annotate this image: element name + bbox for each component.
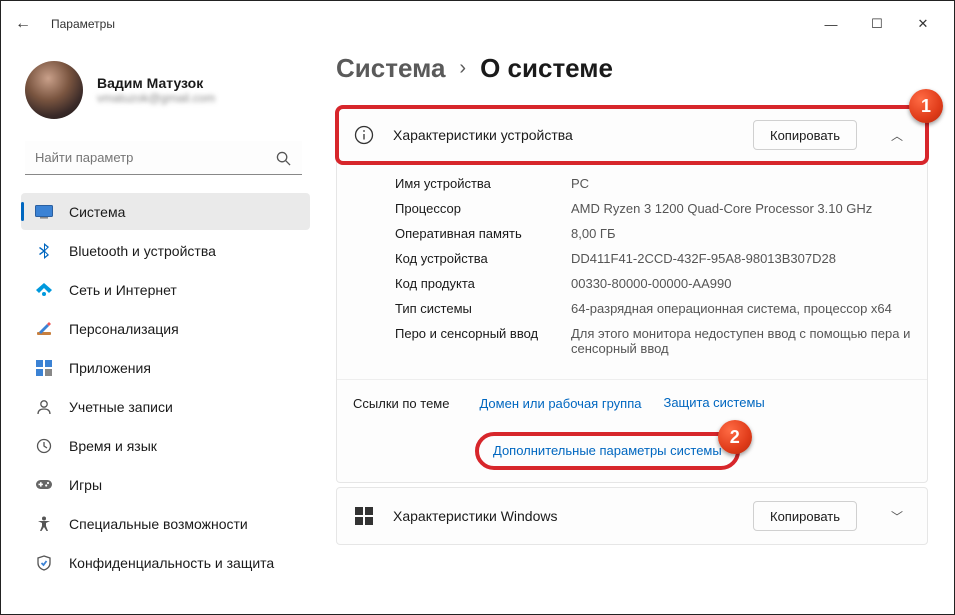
search-icon[interactable] xyxy=(268,143,298,173)
personalization-icon xyxy=(35,320,53,338)
info-icon xyxy=(353,124,375,146)
sidebar-item-bluetooth[interactable]: Bluetooth и устройства xyxy=(21,232,310,269)
gaming-icon xyxy=(35,476,53,494)
time-icon xyxy=(35,437,53,455)
apps-icon xyxy=(35,359,53,377)
windows-specs-header[interactable]: Характеристики Windows Копировать ﹀ xyxy=(337,488,927,544)
sidebar-item-apps[interactable]: Приложения xyxy=(21,349,310,386)
system-icon xyxy=(35,203,53,221)
device-specs-header[interactable]: 1 Характеристики устройства Копировать ︿ xyxy=(337,107,927,163)
avatar xyxy=(25,61,83,119)
spec-row: Перо и сенсорный вводДля этого монитора … xyxy=(395,321,911,361)
user-profile[interactable]: Вадим Матузок vmatuzok@gmail.com xyxy=(25,61,310,119)
chevron-down-icon[interactable]: ﹀ xyxy=(883,508,911,525)
sidebar-item-accessibility[interactable]: Специальные возможности xyxy=(21,505,310,542)
link-system-protection[interactable]: Защита системы xyxy=(663,395,764,410)
windows-icon xyxy=(353,505,375,527)
spec-row: Тип системы64-разрядная операционная сис… xyxy=(395,296,911,321)
maximize-button[interactable]: ☐ xyxy=(854,9,900,39)
search-input[interactable] xyxy=(25,141,302,175)
sidebar-item-gaming[interactable]: Игры xyxy=(21,466,310,503)
spec-row: ПроцессорAMD Ryzen 3 1200 Quad-Core Proc… xyxy=(395,196,911,221)
accounts-icon xyxy=(35,398,53,416)
page-title: О системе xyxy=(480,53,613,84)
spec-row: Код устройстваDD411F41-2CCD-432F-95A8-98… xyxy=(395,246,911,271)
bluetooth-icon xyxy=(35,242,53,260)
sidebar-item-accounts[interactable]: Учетные записи xyxy=(21,388,310,425)
spec-row: Имя устройстваPC xyxy=(395,171,911,196)
chevron-up-icon[interactable]: ︿ xyxy=(883,127,911,144)
sidebar-item-personalization[interactable]: Персонализация xyxy=(21,310,310,347)
annotation-marker-2: 2 xyxy=(718,420,752,454)
breadcrumb-section[interactable]: Система xyxy=(336,53,445,84)
sidebar-item-time-language[interactable]: Время и язык xyxy=(21,427,310,464)
window-title: Параметры xyxy=(51,17,115,31)
device-specs-list: Имя устройстваPCПроцессорAMD Ryzen 3 120… xyxy=(337,163,927,379)
sidebar-item-privacy[interactable]: Конфиденциальность и защита xyxy=(21,544,310,581)
user-name: Вадим Матузок xyxy=(97,75,215,91)
copy-button-windows[interactable]: Копировать xyxy=(753,501,857,531)
spec-row: Код продукта00330-80000-00000-AA990 xyxy=(395,271,911,296)
accessibility-icon xyxy=(35,515,53,533)
back-button[interactable]: ← xyxy=(9,10,37,38)
sidebar-item-network[interactable]: Сеть и Интернет xyxy=(21,271,310,308)
related-links-title: Ссылки по теме xyxy=(353,396,449,411)
minimize-button[interactable]: — xyxy=(808,9,854,39)
user-email: vmatuzok@gmail.com xyxy=(97,91,215,105)
link-advanced-system-settings[interactable]: Дополнительные параметры системы xyxy=(493,443,722,458)
copy-button[interactable]: Копировать xyxy=(753,120,857,150)
breadcrumb: Система › О системе xyxy=(336,53,928,84)
privacy-icon xyxy=(35,554,53,572)
annotation-marker-1: 1 xyxy=(909,89,943,123)
link-domain-workgroup[interactable]: Домен или рабочая группа xyxy=(479,396,641,411)
spec-row: Оперативная память8,00 ГБ xyxy=(395,221,911,246)
close-button[interactable]: ✕ xyxy=(900,9,946,39)
sidebar-item-system[interactable]: Система xyxy=(21,193,310,230)
network-icon xyxy=(35,281,53,299)
chevron-right-icon: › xyxy=(459,57,466,80)
